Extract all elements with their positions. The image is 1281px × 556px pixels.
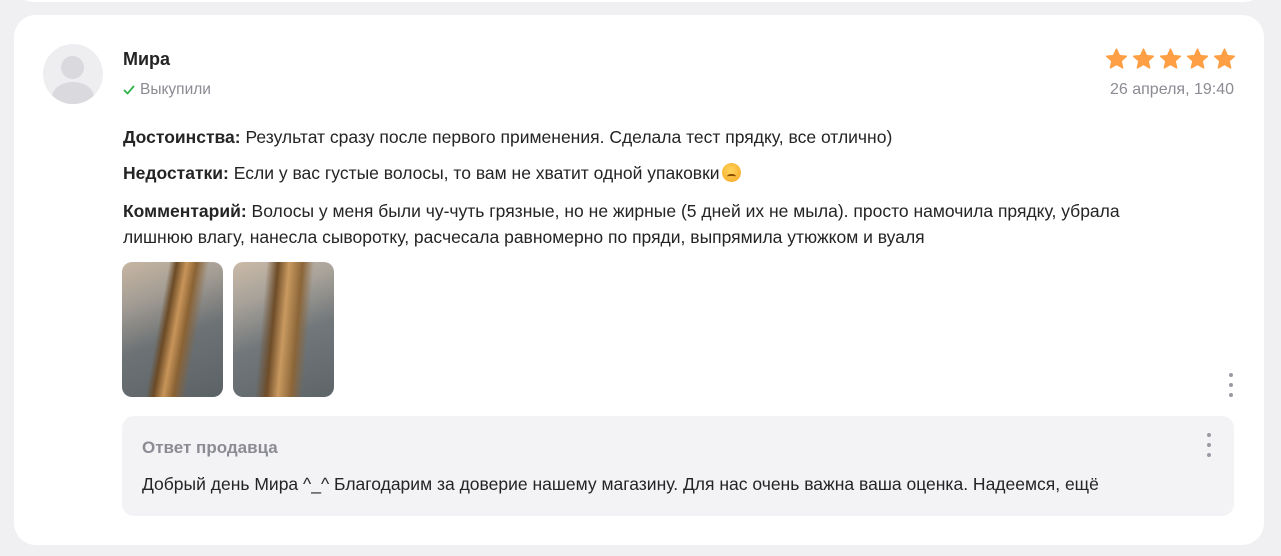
rating-stars [1104,47,1237,71]
previous-review-card-edge [14,0,1264,2]
verified-purchase-badge: Выкупили [123,81,211,99]
cons-label: Недостатки: [123,163,229,183]
cons-text: Если у вас густые волосы, то вам не хват… [228,163,720,183]
star-icon [1186,48,1209,69]
reply-more-options-button[interactable] [1205,433,1213,457]
review-comment: Комментарий: Волосы у меня были чу-чуть … [123,198,1183,250]
sweat-emoji-icon [721,163,741,182]
seller-reply: Ответ продавца Добрый день Мира ^_^ Благ… [122,416,1234,516]
avatar-body-shape [52,82,94,104]
seller-reply-text[interactable]: Добрый день Мира ^_^ Благодарим за довер… [142,474,1173,495]
star-icon [1213,48,1236,69]
star-icon [1105,48,1128,69]
review-photo-2[interactable] [233,262,334,397]
more-vertical-icon [1229,373,1233,377]
more-vertical-icon-dot [1229,383,1233,387]
review-more-options-button[interactable] [1227,373,1235,397]
more-vertical-icon-dot [1207,453,1211,457]
review-cons: Недостатки: Если у вас густые волосы, то… [123,160,1183,186]
pros-text: Результат сразу после первого применения… [240,127,893,147]
pros-label: Достоинства: [123,127,241,147]
avatar-head-shape [61,56,84,79]
comment-text: Волосы у меня были чу-чуть грязные, но н… [123,201,1120,247]
review-pros: Достоинства: Результат сразу после перво… [123,124,1183,150]
star-icon [1159,48,1182,69]
review-card: Мира Выкупили 26 апреля, 19:40 Достоинст… [14,15,1264,545]
comment-label: Комментарий: [123,201,247,221]
more-vertical-icon [1207,433,1211,437]
more-vertical-icon-dot [1229,393,1233,397]
verified-label: Выкупили [140,81,211,98]
review-author-name: Мира [123,49,171,69]
more-vertical-icon-dot [1207,443,1211,447]
avatar [43,44,103,104]
check-icon [123,85,135,95]
review-photo-1[interactable] [122,262,223,397]
review-date: 26 апреля, 19:40 [1110,81,1234,98]
seller-reply-title: Ответ продавца [142,438,278,457]
text-fade-overlay [1113,470,1173,500]
star-icon [1132,48,1155,69]
